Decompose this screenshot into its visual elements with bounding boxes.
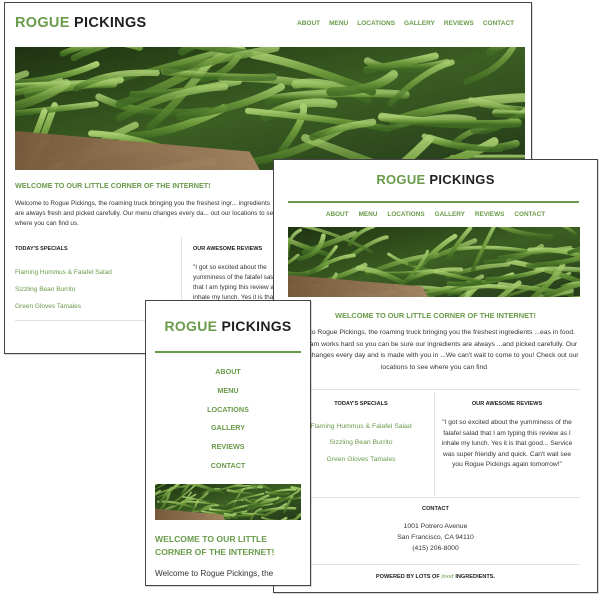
review-quote: "I got so excited about the yumminess of… [441,419,573,468]
logo-word-pickings: PICKINGS [429,172,495,187]
nav-gallery[interactable]: GALLERY [435,211,465,218]
main-nav: ABOUT MENU LOCATIONS GALLERY REVIEWS CON… [274,211,597,218]
footer-credit: POWERED BY LOTS OF food INGREDIENTS. [274,574,597,580]
main-nav: ABOUT MENU LOCATIONS GALLERY REVIEWS CON… [297,20,514,27]
site-logo[interactable]: ROGUE PICKINGS [15,15,147,31]
specials-title: TODAY'S SPECIALS [15,246,68,252]
nav-reviews[interactable]: REVIEWS [146,442,310,451]
logo-word-pickings: PICKINGS [74,15,147,31]
nav-reviews[interactable]: REVIEWS [444,20,474,27]
nav-menu[interactable]: MENU [359,211,378,218]
nav-contact[interactable]: CONTACT [514,211,545,218]
contact-title: CONTACT [422,506,449,512]
logo-word-rogue: ROGUE [164,318,218,334]
section-divider [288,389,580,390]
hero-image-green-beans [15,47,525,170]
reviews-title: OUR AWESOME REVIEWS [193,246,263,252]
contact-city-line: San Francisco, CA 94110 [397,534,474,541]
intro-paragraph: Welcome to Rogue Pickings, the [155,569,274,578]
site-logo[interactable]: ROGUE PICKINGS [274,172,597,187]
site-logo[interactable]: ROGUE PICKINGS [146,318,310,334]
header-rule [155,351,301,353]
tablet-screenshot: ROGUE PICKINGS ABOUT MENU LOCATIONS GALL… [273,159,598,593]
logo-word-pickings: PICKINGS [221,318,292,334]
nav-about[interactable]: ABOUT [146,367,310,376]
nav-reviews[interactable]: REVIEWS [475,211,504,218]
nav-menu-link[interactable]: MENU [217,386,238,395]
nav-locations[interactable]: LOCATIONS [357,20,395,27]
footer-pre: POWERED BY LOTS OF [375,574,440,580]
section-divider [288,497,580,498]
nav-contact[interactable]: CONTACT [483,20,514,27]
logo-word-rogue: ROGUE [376,172,426,187]
column-divider [434,392,435,495]
nav-about[interactable]: ABOUT [297,20,320,27]
intro-paragraph: Welcome to Rogue Pickings, the roaming t… [15,200,277,227]
logo-word-rogue: ROGUE [15,15,70,31]
intro-paragraph: ...me to Rogue Pickings, the roaming tru… [289,329,579,371]
footer-food-script: food [441,574,454,580]
section-divider [288,564,580,565]
contact-address-line: 1001 Potrero Avenue [403,523,468,530]
special-item[interactable]: Green Gloves Tamales [15,303,81,310]
nav-gallery-link[interactable]: GALLERY [211,423,245,432]
mobile-screenshot: ROGUE PICKINGS ABOUT MENU LOCATIONS GALL… [145,300,311,586]
nav-menu[interactable]: MENU [329,20,348,27]
hero-image-green-beans [288,227,580,297]
nav-locations-link[interactable]: LOCATIONS [207,405,249,414]
nav-locations[interactable]: LOCATIONS [387,211,424,218]
nav-reviews-link[interactable]: REVIEWS [211,442,244,451]
welcome-heading: WELCOME TO OUR LITTLE CORNER OF THE INTE… [15,181,211,190]
nav-contact[interactable]: CONTACT [146,461,310,470]
nav-about-link[interactable]: ABOUT [215,367,241,376]
header-rule [288,201,579,203]
special-item[interactable]: Sizzling Bean Burrito [15,286,75,293]
welcome-heading: WELCOME TO OUR LITTLE CORNER OF THE INTE… [334,311,537,320]
contact-phone[interactable]: (415) 206-8000 [274,545,597,552]
nav-contact-link[interactable]: CONTACT [211,461,246,470]
nav-locations[interactable]: LOCATIONS [146,405,310,414]
footer-post: INGREDIENTS. [455,574,496,580]
nav-gallery[interactable]: GALLERY [146,423,310,432]
welcome-heading: WELCOME TO OUR LITTLE CORNER OF THE INTE… [155,534,275,557]
special-item[interactable]: Flaming Hummus & Falafel Salad [15,269,112,276]
nav-gallery[interactable]: GALLERY [404,20,435,27]
hero-image-green-beans [155,484,301,520]
reviews-title: OUR AWESOME REVIEWS [471,401,543,407]
nav-about[interactable]: ABOUT [326,211,349,218]
nav-menu[interactable]: MENU [146,386,310,395]
